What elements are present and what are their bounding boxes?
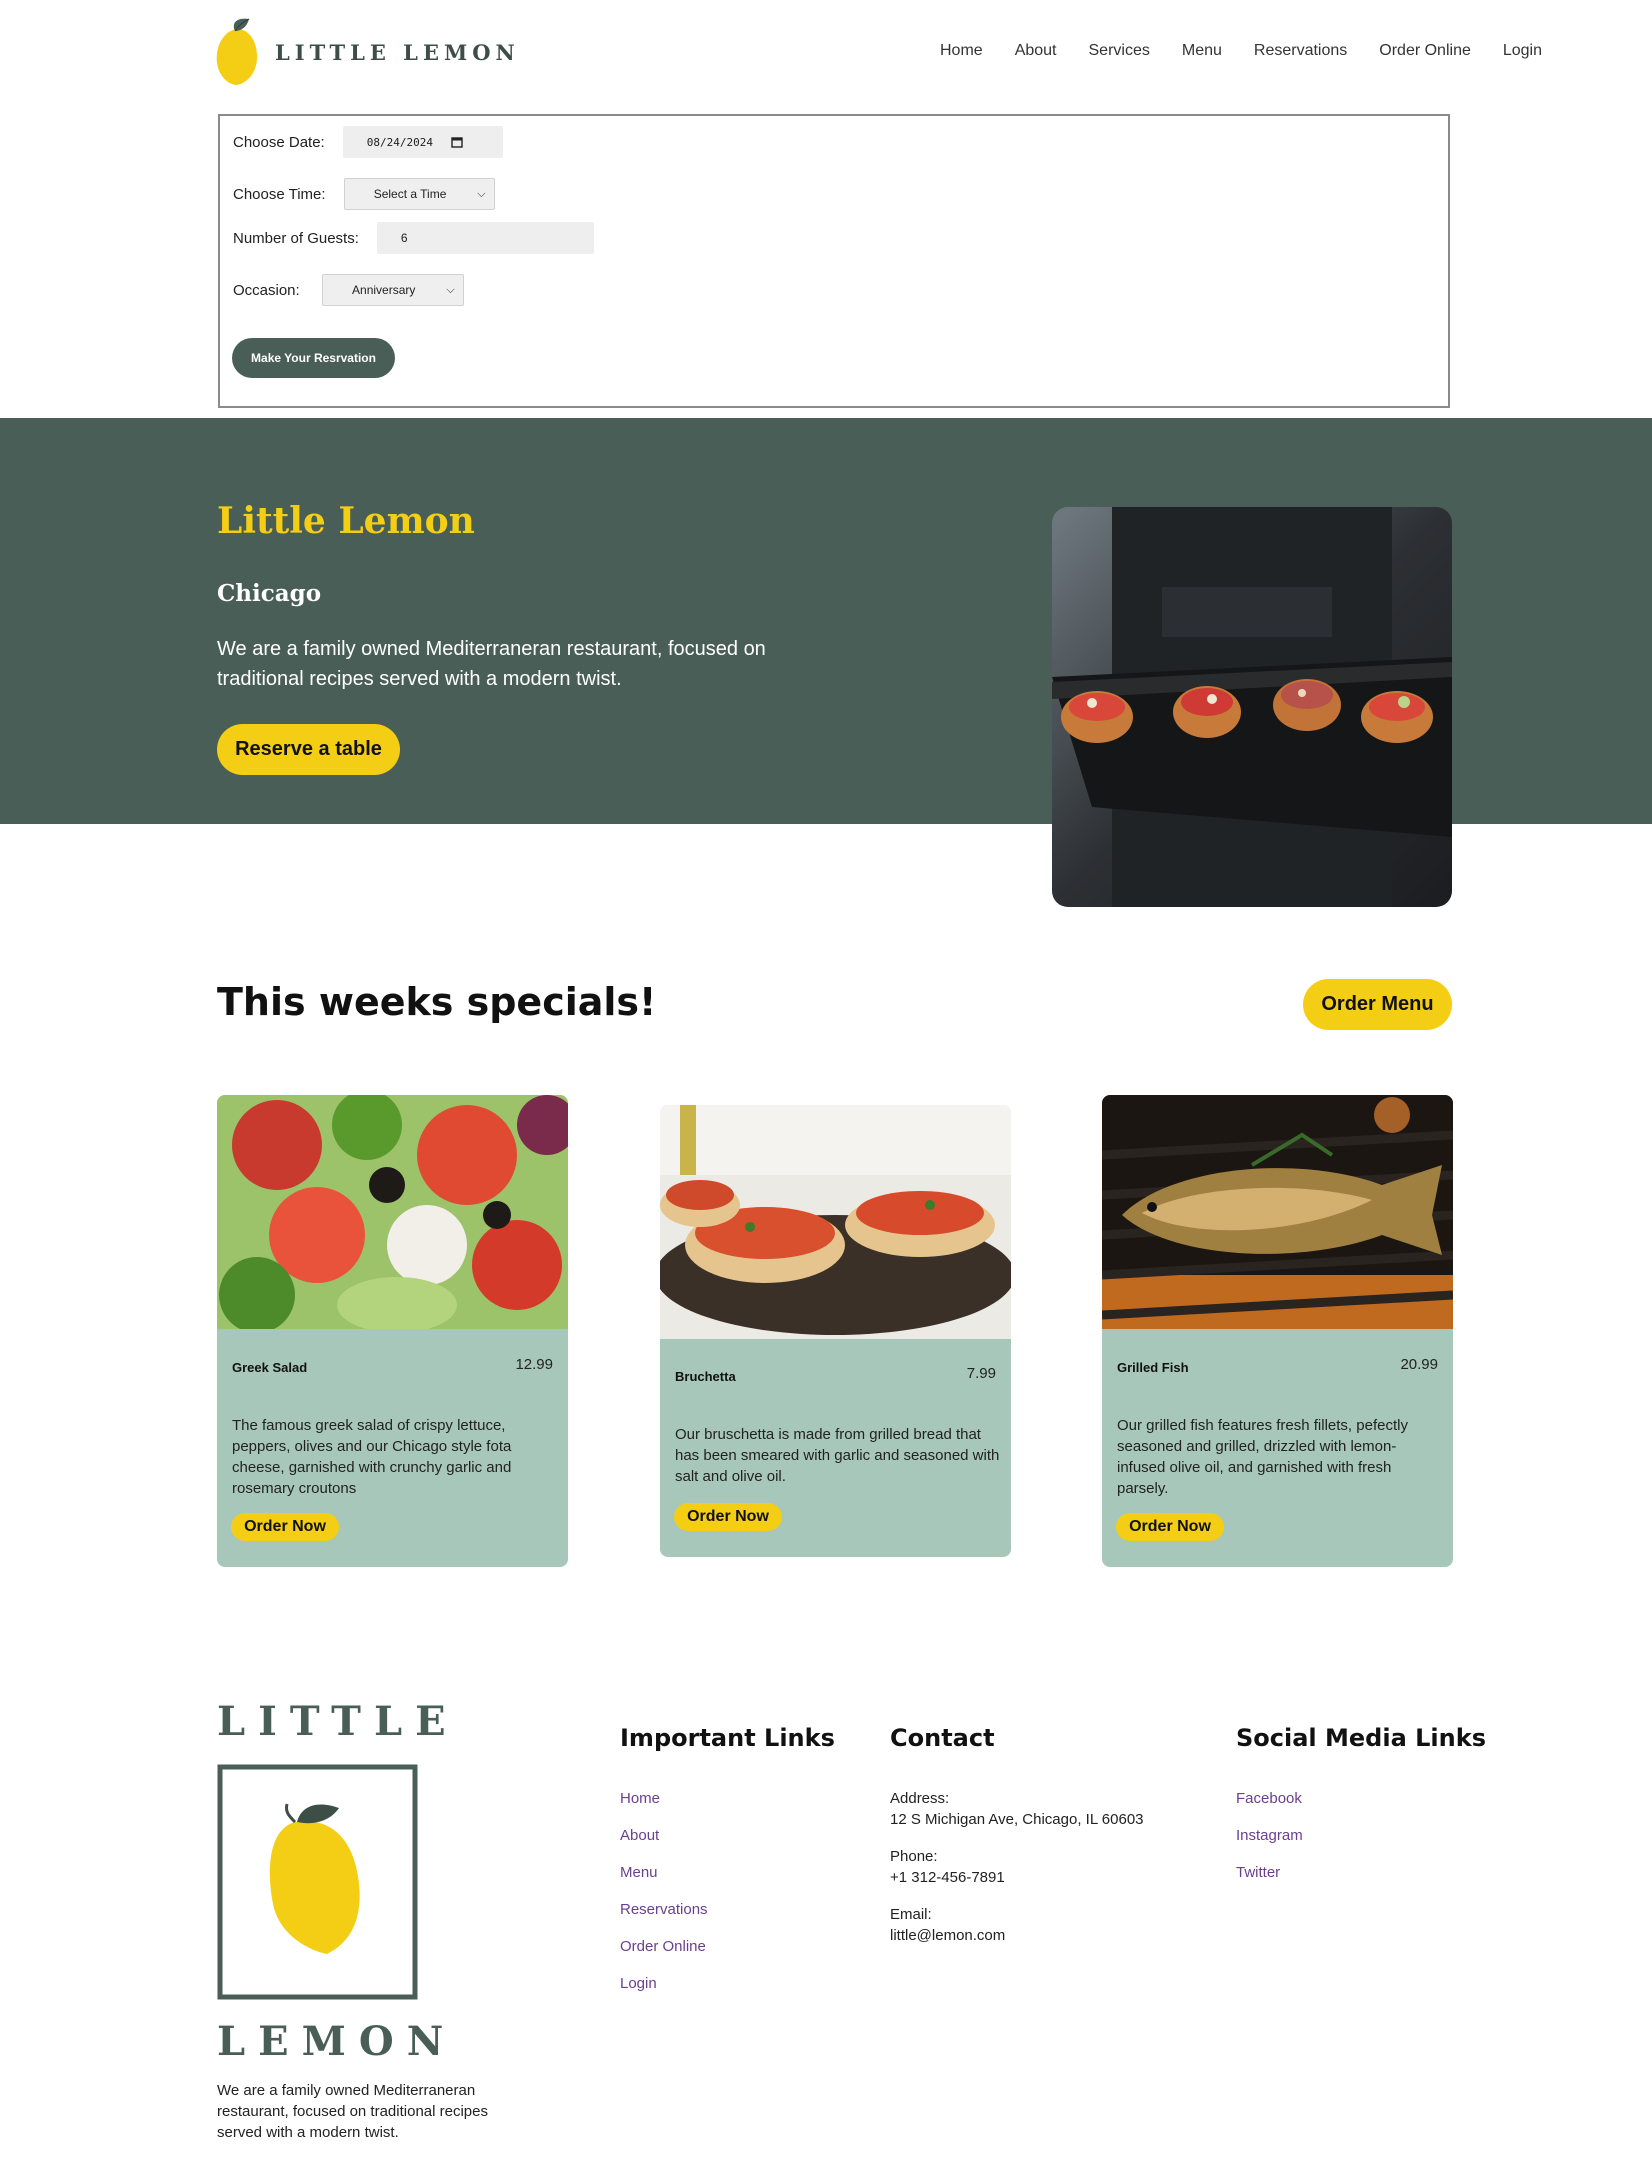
order-now-button[interactable]: Order Now [674, 1503, 782, 1531]
footer-description: We are a family owned Mediterraneran res… [217, 2082, 488, 2141]
social-link-twitter[interactable]: Twitter [1236, 1864, 1280, 1881]
social-link-facebook[interactable]: Facebook [1236, 1790, 1302, 1807]
special-card-grilled-fish: Grilled Fish 20.99 Our grilled fish feat… [1102, 1095, 1453, 1567]
time-label: Choose Time: [233, 185, 326, 203]
occasion-select[interactable]: Anniversary ⌵ [321, 274, 464, 306]
occasion-value: Anniversary [352, 283, 416, 297]
guests-label: Number of Guests: [233, 229, 359, 247]
important-links-title: Important Links [620, 1724, 835, 1752]
date-input[interactable]: 08/24/2024 [342, 126, 503, 158]
hero-description: We are a family owned Mediterraneran res… [217, 638, 766, 690]
footer-link-home[interactable]: Home [620, 1790, 660, 1807]
card-description: Our grilled fish features fresh fillets,… [1117, 1417, 1408, 1497]
card-name: Grilled Fish [1117, 1360, 1189, 1375]
occasion-label: Occasion: [233, 281, 300, 299]
bruchetta-image [660, 1105, 1011, 1339]
card-price: 12.99 [515, 1356, 553, 1373]
site-header: LITTLE LEMON Home About Services Menu Re… [0, 0, 1652, 110]
reservation-form: Choose Date: 08/24/2024 Choose Time: Sel… [218, 114, 1450, 408]
hero-image [1052, 507, 1452, 907]
make-reservation-button[interactable]: Make Your Resrvation [232, 338, 395, 378]
footer-link-reservations[interactable]: Reservations [620, 1901, 708, 1918]
address-label: Address: [890, 1790, 950, 1807]
special-card-bruchetta: Bruchetta 7.99 Our bruschetta is made fr… [660, 1105, 1011, 1557]
guests-input[interactable]: 6 [376, 222, 594, 254]
guests-value: 6 [400, 231, 408, 245]
nav-about[interactable]: About [1015, 42, 1057, 60]
email-value: little@lemon.com [890, 1927, 1006, 1944]
social-link-instagram[interactable]: Instagram [1236, 1827, 1303, 1844]
card-description: The famous greek salad of crispy lettuce… [232, 1417, 512, 1497]
phone-label: Phone: [890, 1848, 938, 1865]
email-label: Email: [890, 1906, 932, 1923]
contact-email: Email: little@lemon.com [890, 1904, 1005, 1946]
occasion-row: Occasion: Anniversary ⌵ [233, 274, 464, 306]
brand-logo[interactable]: LITTLE LEMON [215, 14, 520, 90]
date-row: Choose Date: 08/24/2024 [233, 126, 503, 158]
time-row: Choose Time: Select a Time ⌵ [233, 178, 495, 210]
contact-title: Contact [890, 1724, 995, 1752]
phone-value: +1 312-456-7891 [890, 1869, 1005, 1886]
time-value: Select a Time [373, 187, 447, 201]
hero-title: Little Lemon [217, 500, 475, 542]
nav-order-online[interactable]: Order Online [1379, 42, 1471, 60]
chevron-down-icon: ⌵ [446, 284, 455, 296]
time-select[interactable]: Select a Time ⌵ [343, 178, 495, 210]
date-value: 08/24/2024 [366, 135, 433, 149]
order-menu-button[interactable]: Order Menu [1303, 979, 1452, 1030]
card-price: 20.99 [1400, 1356, 1438, 1373]
nav-services[interactable]: Services [1089, 42, 1150, 60]
footer-link-menu[interactable]: Menu [620, 1864, 658, 1881]
social-links-title: Social Media Links [1236, 1724, 1486, 1752]
card-description: Our bruschetta is made from grilled brea… [675, 1426, 1000, 1485]
date-label: Choose Date: [233, 133, 325, 151]
guests-row: Number of Guests: 6 [233, 222, 594, 254]
footer-link-login[interactable]: Login [620, 1975, 657, 1992]
card-name: Greek Salad [232, 1360, 308, 1375]
footer-logo-bottom: LEMON [217, 2018, 457, 2065]
footer-logo-top: LITTLE [217, 1698, 459, 1745]
footer-lemon-logo-icon [217, 1764, 418, 2000]
lemon-logo-icon [216, 18, 257, 85]
nav-menu[interactable]: Menu [1182, 42, 1222, 60]
contact-phone: Phone: +1 312-456-7891 [890, 1846, 1005, 1888]
hero-subtitle: Chicago [217, 580, 322, 607]
nav-home[interactable]: Home [940, 42, 983, 60]
specials-title: This weeks specials! [217, 980, 657, 1024]
chevron-down-icon: ⌵ [477, 188, 486, 200]
card-price: 7.99 [966, 1365, 996, 1382]
special-card-greek-salad: Greek Salad 12.99 The famous greek salad… [217, 1095, 568, 1567]
grilled-fish-image [1102, 1095, 1453, 1329]
card-name: Bruchetta [675, 1369, 736, 1384]
address-value: 12 S Michigan Ave, Chicago, IL 60603 [890, 1811, 1144, 1828]
contact-address: Address: 12 S Michigan Ave, Chicago, IL … [890, 1788, 1144, 1830]
main-nav: Home About Services Menu Reservations Or… [940, 42, 1542, 60]
reserve-table-button[interactable]: Reserve a table [217, 724, 400, 775]
brand-name: LITTLE LEMON [275, 39, 520, 65]
order-now-button[interactable]: Order Now [1116, 1513, 1224, 1541]
footer-link-about[interactable]: About [620, 1827, 659, 1844]
nav-reservations[interactable]: Reservations [1254, 42, 1347, 60]
footer-link-order-online[interactable]: Order Online [620, 1938, 706, 1955]
greek-salad-image [217, 1095, 568, 1333]
calendar-icon[interactable] [451, 136, 463, 148]
order-now-button[interactable]: Order Now [231, 1513, 339, 1541]
nav-login[interactable]: Login [1503, 42, 1542, 60]
